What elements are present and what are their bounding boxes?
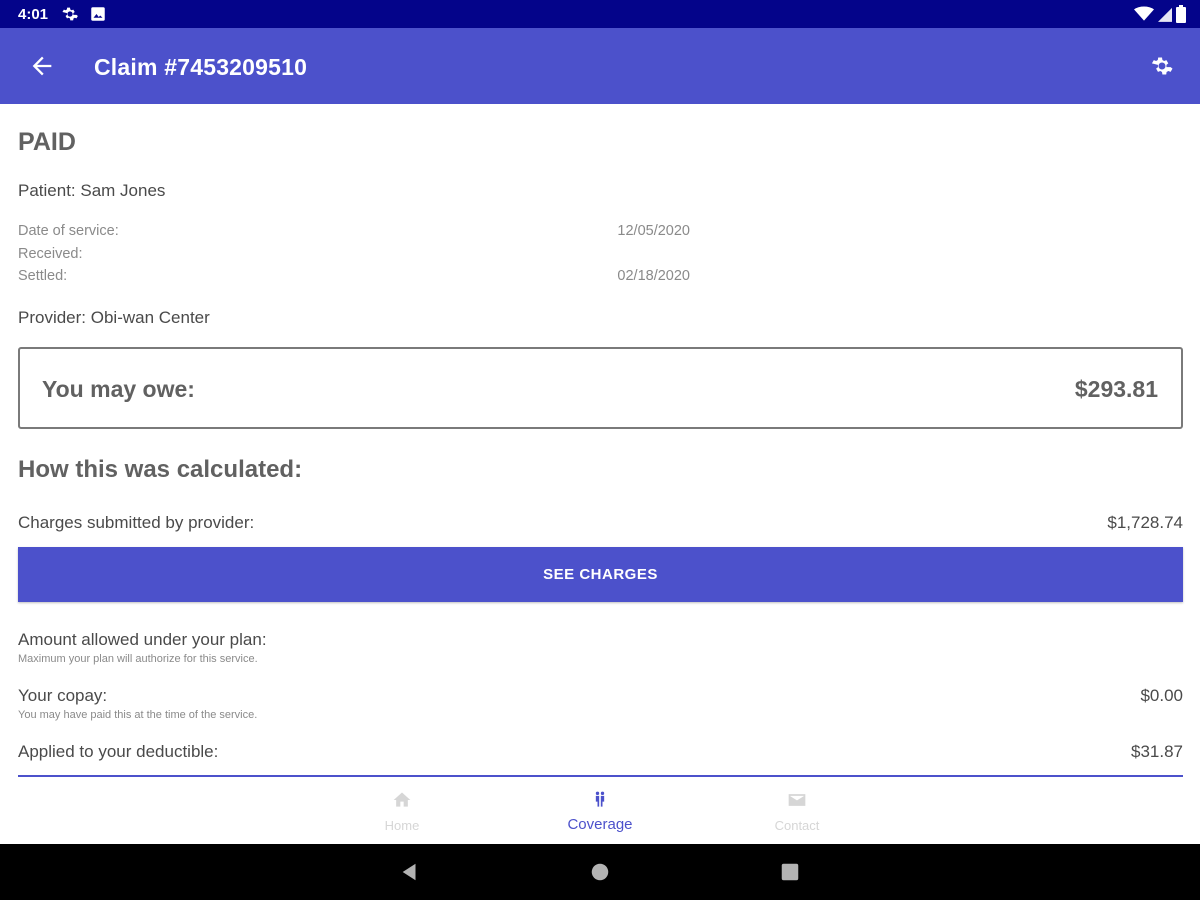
see-charges-button[interactable]: SEE CHARGES [18, 547, 1183, 602]
date-label: Received: [18, 245, 83, 262]
deductible-row: Applied to your deductible: $31.87 [18, 742, 1183, 762]
status-bar: 4:01 [0, 0, 1200, 28]
gear-icon [62, 7, 78, 21]
system-nav-bar [0, 844, 1200, 900]
date-label: Date of service: [18, 223, 119, 239]
coverage-icon [595, 791, 605, 807]
nav-item-home[interactable]: Home [342, 790, 462, 833]
date-label: Settled: [18, 268, 68, 284]
owe-amount: $293.81 [1074, 376, 1158, 402]
nav-item-coverage[interactable]: Coverage [540, 790, 660, 833]
signal-icon [1158, 7, 1172, 22]
allowed-row: Amount allowed under your plan: Maximum … [18, 630, 1183, 665]
owe-label: You may owe: [42, 376, 195, 402]
image-icon [91, 7, 105, 21]
allowed-label: Amount allowed under your plan: [18, 630, 267, 649]
claim-status: PAID [18, 128, 76, 156]
nav-label: Coverage [567, 816, 633, 833]
app-bar: Claim #7453209510 [0, 28, 1200, 104]
nav-label: Contact [774, 818, 820, 833]
calculation-heading: How this was calculated: [18, 456, 303, 483]
app-title: Claim #7453209510 [94, 54, 308, 80]
wifi-icon [1134, 6, 1154, 21]
arrow-left-icon[interactable] [28, 52, 56, 80]
back-triangle-icon[interactable] [399, 861, 421, 883]
deductible-label: Applied to your deductible: [18, 742, 219, 761]
claim-dates: Date of service: 12/05/2020 Received: Se… [18, 223, 698, 291]
status-time: 4:01 [18, 6, 49, 23]
home-circle-icon[interactable] [589, 861, 611, 883]
copay-row: Your copay: You may have paid this at th… [18, 686, 1183, 721]
allowed-subtext: Maximum your plan will authorize for thi… [18, 653, 258, 665]
recents-square-icon[interactable] [779, 861, 801, 883]
date-value: 02/18/2020 [617, 268, 690, 284]
provider-name: Provider: Obi-wan Center [18, 308, 210, 327]
patient-name: Patient: Sam Jones [18, 181, 166, 200]
date-row-service: Date of service: 12/05/2020 [18, 223, 690, 246]
battery-icon [1176, 5, 1186, 23]
charges-label: Charges submitted by provider: [18, 513, 255, 532]
date-value: 12/05/2020 [617, 223, 690, 239]
status-right-icons [1134, 5, 1186, 23]
nav-label: Home [384, 818, 420, 833]
nav-divider [18, 775, 1183, 777]
charges-row: Charges submitted by provider: $1,728.74 [18, 513, 1183, 533]
copay-value: $0.00 [1140, 686, 1183, 705]
home-icon [393, 792, 411, 807]
gear-icon[interactable] [1150, 54, 1174, 78]
date-row-settled: Settled: 02/18/2020 [18, 268, 690, 291]
bottom-nav: Home Coverage Contact [0, 778, 1200, 844]
copay-label: Your copay: [18, 686, 108, 705]
date-row-received: Received: [18, 246, 690, 269]
charges-value: $1,728.74 [1107, 513, 1183, 532]
nav-item-contact[interactable]: Contact [737, 790, 857, 833]
owe-summary-card: You may owe: $293.81 [18, 347, 1183, 429]
copay-subtext: You may have paid this at the time of th… [18, 709, 258, 721]
deductible-value: $31.87 [1131, 742, 1183, 761]
mail-icon [788, 794, 806, 806]
